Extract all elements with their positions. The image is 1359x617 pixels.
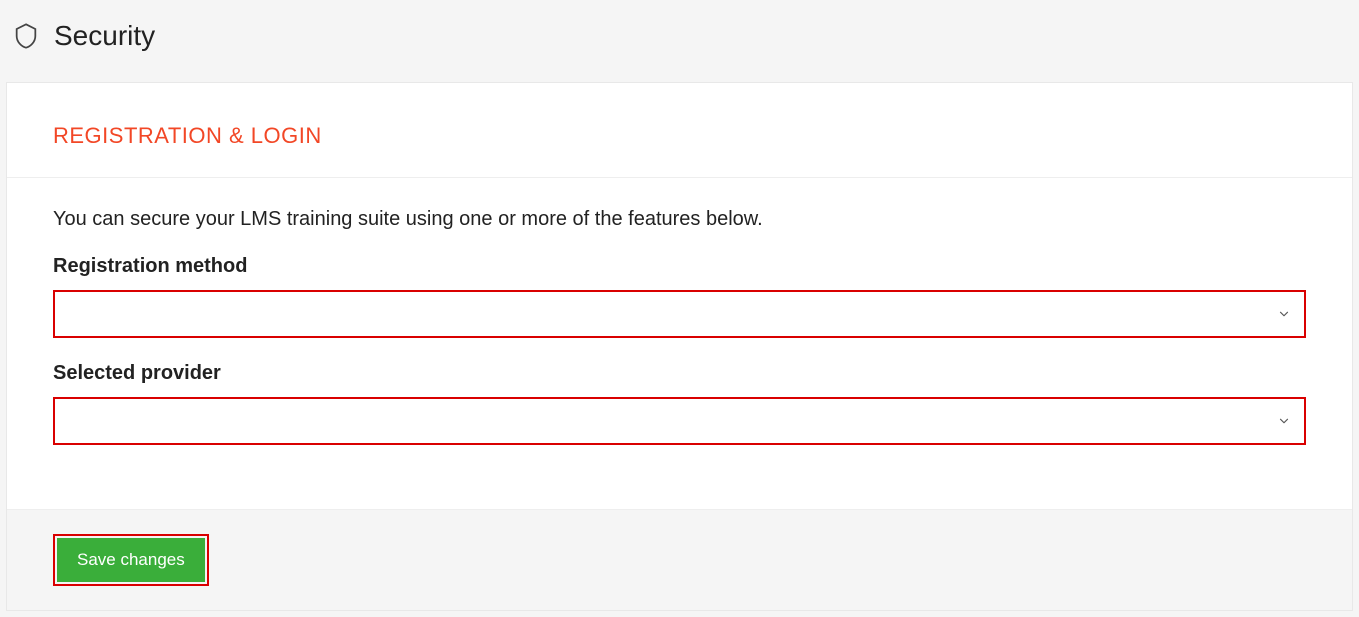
save-changes-button[interactable]: Save changes <box>57 538 205 582</box>
section-header: REGISTRATION & LOGIN <box>7 83 1352 178</box>
registration-method-field: Registration method <box>53 255 1306 338</box>
registration-method-label: Registration method <box>53 255 1306 278</box>
shield-icon <box>12 22 40 50</box>
registration-method-value <box>55 292 1264 336</box>
section-description: You can secure your LMS training suite u… <box>53 208 1306 231</box>
content-card: REGISTRATION & LOGIN You can secure your… <box>6 82 1353 611</box>
selected-provider-toggle[interactable] <box>1264 399 1304 443</box>
selected-provider-select[interactable] <box>53 397 1306 445</box>
section-title: REGISTRATION & LOGIN <box>53 123 1352 149</box>
registration-method-toggle[interactable] <box>1264 292 1304 336</box>
chevron-down-icon <box>1277 307 1291 321</box>
registration-method-select[interactable] <box>53 290 1306 338</box>
save-button-highlight: Save changes <box>53 534 209 586</box>
selected-provider-field: Selected provider <box>53 362 1306 445</box>
chevron-down-icon <box>1277 414 1291 428</box>
selected-provider-value <box>55 399 1264 443</box>
page-title: Security <box>54 20 155 52</box>
section-body: You can secure your LMS training suite u… <box>7 178 1352 509</box>
footer-bar: Save changes <box>7 509 1352 610</box>
page-header: Security <box>6 6 1353 82</box>
selected-provider-label: Selected provider <box>53 362 1306 385</box>
